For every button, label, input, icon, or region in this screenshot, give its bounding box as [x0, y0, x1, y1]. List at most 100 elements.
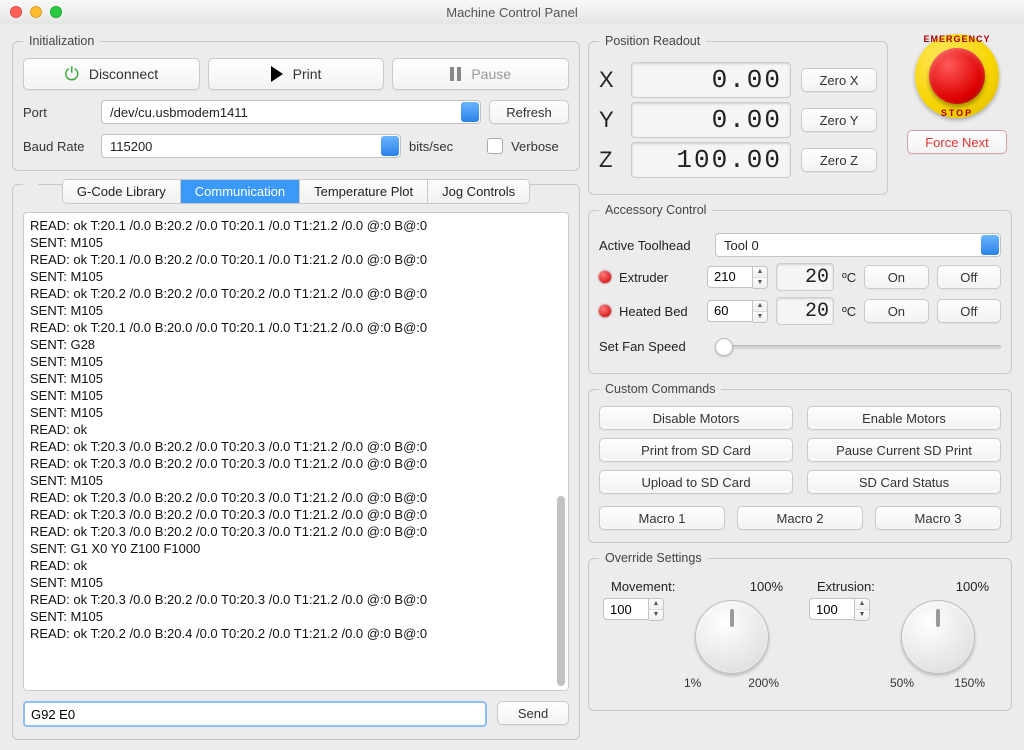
macro-1-button[interactable]: Macro 1 — [599, 506, 725, 530]
log-line: READ: ok T:20.3 /0.0 B:20.2 /0.0 T0:20.3… — [30, 489, 562, 506]
tabbar: G-Code Library Communication Temperature… — [23, 179, 569, 204]
verbose-checkbox[interactable] — [487, 138, 503, 154]
baud-select[interactable]: 115200 ▲▼ — [101, 134, 401, 158]
close-icon[interactable] — [10, 6, 22, 18]
bed-off-button[interactable]: Off — [937, 299, 1001, 323]
verbose-label: Verbose — [511, 139, 559, 154]
print-button[interactable]: Print — [208, 58, 385, 90]
fan-label: Set Fan Speed — [599, 339, 707, 354]
tab-communication[interactable]: Communication — [181, 180, 300, 203]
bed-setpoint-stepper[interactable]: ▲▼ — [707, 300, 768, 323]
position-readout-legend: Position Readout — [599, 34, 706, 48]
fan-speed-slider[interactable] — [715, 337, 1001, 355]
extrusion-knob[interactable] — [901, 600, 975, 674]
bed-on-button[interactable]: On — [864, 299, 928, 323]
down-icon[interactable]: ▼ — [753, 312, 767, 322]
position-readout-group: Position Readout X0.00Zero XY0.00Zero YZ… — [588, 34, 888, 195]
send-button[interactable]: Send — [497, 701, 569, 725]
scrollbar[interactable] — [557, 217, 565, 686]
up-icon[interactable]: ▲ — [649, 599, 663, 610]
window-title: Machine Control Panel — [446, 5, 578, 20]
print-from-sd-button[interactable]: Print from SD Card — [599, 438, 793, 462]
tab-gcode-library[interactable]: G-Code Library — [63, 180, 181, 203]
zero-x-button[interactable]: Zero X — [801, 68, 877, 92]
macro-2-button[interactable]: Macro 2 — [737, 506, 863, 530]
extruder-on-button[interactable]: On — [864, 265, 928, 289]
log-line: SENT: G1 X0 Y0 Z100 F1000 — [30, 540, 562, 557]
temp-unit: ºC — [842, 304, 856, 319]
log-line: SENT: M105 — [30, 370, 562, 387]
extrusion-stepper[interactable]: ▲▼ — [809, 598, 870, 621]
titlebar: Machine Control Panel — [0, 0, 1024, 25]
pause-icon — [450, 67, 461, 81]
axis-label: X — [599, 67, 621, 93]
down-icon[interactable]: ▼ — [855, 610, 869, 620]
log-line: READ: ok T:20.2 /0.0 B:20.4 /0.0 T0:20.2… — [30, 625, 562, 642]
log-line: READ: ok T:20.3 /0.0 B:20.2 /0.0 T0:20.3… — [30, 455, 562, 472]
enable-motors-button[interactable]: Enable Motors — [807, 406, 1001, 430]
axis-label: Z — [599, 147, 621, 173]
port-label: Port — [23, 105, 93, 120]
log-line: READ: ok — [30, 557, 562, 574]
macro-3-button[interactable]: Macro 3 — [875, 506, 1001, 530]
down-icon[interactable]: ▼ — [649, 610, 663, 620]
up-icon[interactable]: ▲ — [753, 267, 767, 278]
minimize-icon[interactable] — [30, 6, 42, 18]
temp-unit: ºC — [842, 270, 856, 285]
extrusion-max: 150% — [954, 676, 985, 690]
tab-jog-controls[interactable]: Jog Controls — [428, 180, 529, 203]
disable-motors-button[interactable]: Disable Motors — [599, 406, 793, 430]
zero-z-button[interactable]: Zero Z — [801, 148, 877, 172]
refresh-button[interactable]: Refresh — [489, 100, 569, 124]
print-label: Print — [293, 66, 322, 82]
log-line: SENT: M105 — [30, 234, 562, 251]
down-icon[interactable]: ▼ — [753, 278, 767, 288]
accessory-legend: Accessory Control — [599, 203, 712, 217]
tab-temperature-plot[interactable]: Temperature Plot — [300, 180, 428, 203]
upload-to-sd-button[interactable]: Upload to SD Card — [599, 470, 793, 494]
toolhead-select[interactable]: Tool 0 ▲▼ — [715, 233, 1001, 257]
log-line: READ: ok T:20.3 /0.0 B:20.2 /0.0 T0:20.3… — [30, 506, 562, 523]
communication-log[interactable]: READ: ok T:20.1 /0.0 B:20.2 /0.0 T0:20.1… — [23, 212, 569, 691]
up-icon[interactable]: ▲ — [753, 301, 767, 312]
baud-value: 115200 — [101, 134, 401, 158]
up-icon[interactable]: ▲ — [855, 599, 869, 610]
axis-label: Y — [599, 107, 621, 133]
power-icon: ⏻ — [65, 64, 79, 85]
extruder-setpoint-stepper[interactable]: ▲▼ — [707, 266, 768, 289]
movement-knob[interactable] — [695, 600, 769, 674]
axis-value: 100.00 — [631, 142, 791, 178]
pause-sd-print-button[interactable]: Pause Current SD Print — [807, 438, 1001, 462]
initialization-group: Initialization ⏻ Disconnect Print Pause … — [12, 34, 580, 171]
bed-led-icon — [599, 305, 611, 317]
log-line: READ: ok T:20.2 /0.0 B:20.2 /0.0 T0:20.2… — [30, 285, 562, 302]
zero-y-button[interactable]: Zero Y — [801, 108, 877, 132]
emergency-stop-button[interactable]: EMERGENCY STOP — [915, 34, 999, 118]
baud-unit: bits/sec — [409, 139, 453, 154]
movement-stepper[interactable]: ▲▼ — [603, 598, 664, 621]
log-line: READ: ok T:20.3 /0.0 B:20.2 /0.0 T0:20.3… — [30, 591, 562, 608]
log-line: SENT: M105 — [30, 353, 562, 370]
zoom-icon[interactable] — [50, 6, 62, 18]
scrollbar-thumb[interactable] — [557, 496, 565, 686]
force-next-button[interactable]: Force Next — [907, 130, 1007, 154]
log-line: READ: ok T:20.1 /0.0 B:20.2 /0.0 T0:20.1… — [30, 217, 562, 234]
extruder-label: Extruder — [619, 270, 699, 285]
log-line: READ: ok T:20.1 /0.0 B:20.0 /0.0 T0:20.1… — [30, 319, 562, 336]
slider-thumb-icon[interactable] — [715, 338, 733, 356]
port-select[interactable]: /dev/cu.usbmodem1411 ▲▼ — [101, 100, 481, 124]
bed-label: Heated Bed — [619, 304, 699, 319]
chevron-updown-icon: ▲▼ — [986, 237, 995, 253]
estop-bottom-label: STOP — [915, 108, 999, 118]
movement-min: 1% — [684, 676, 701, 690]
override-legend: Override Settings — [599, 551, 708, 565]
sd-card-status-button[interactable]: SD Card Status — [807, 470, 1001, 494]
initialization-legend: Initialization — [23, 34, 100, 48]
custom-commands-group: Custom Commands Disable Motors Enable Mo… — [588, 382, 1012, 543]
disconnect-button[interactable]: ⏻ Disconnect — [23, 58, 200, 90]
movement-label: Movement: — [611, 579, 675, 594]
command-input[interactable] — [23, 701, 487, 727]
override-settings-group: Override Settings Movement: 100% ▲▼ — [588, 551, 1012, 711]
extruder-off-button[interactable]: Off — [937, 265, 1001, 289]
pause-button[interactable]: Pause — [392, 58, 569, 90]
